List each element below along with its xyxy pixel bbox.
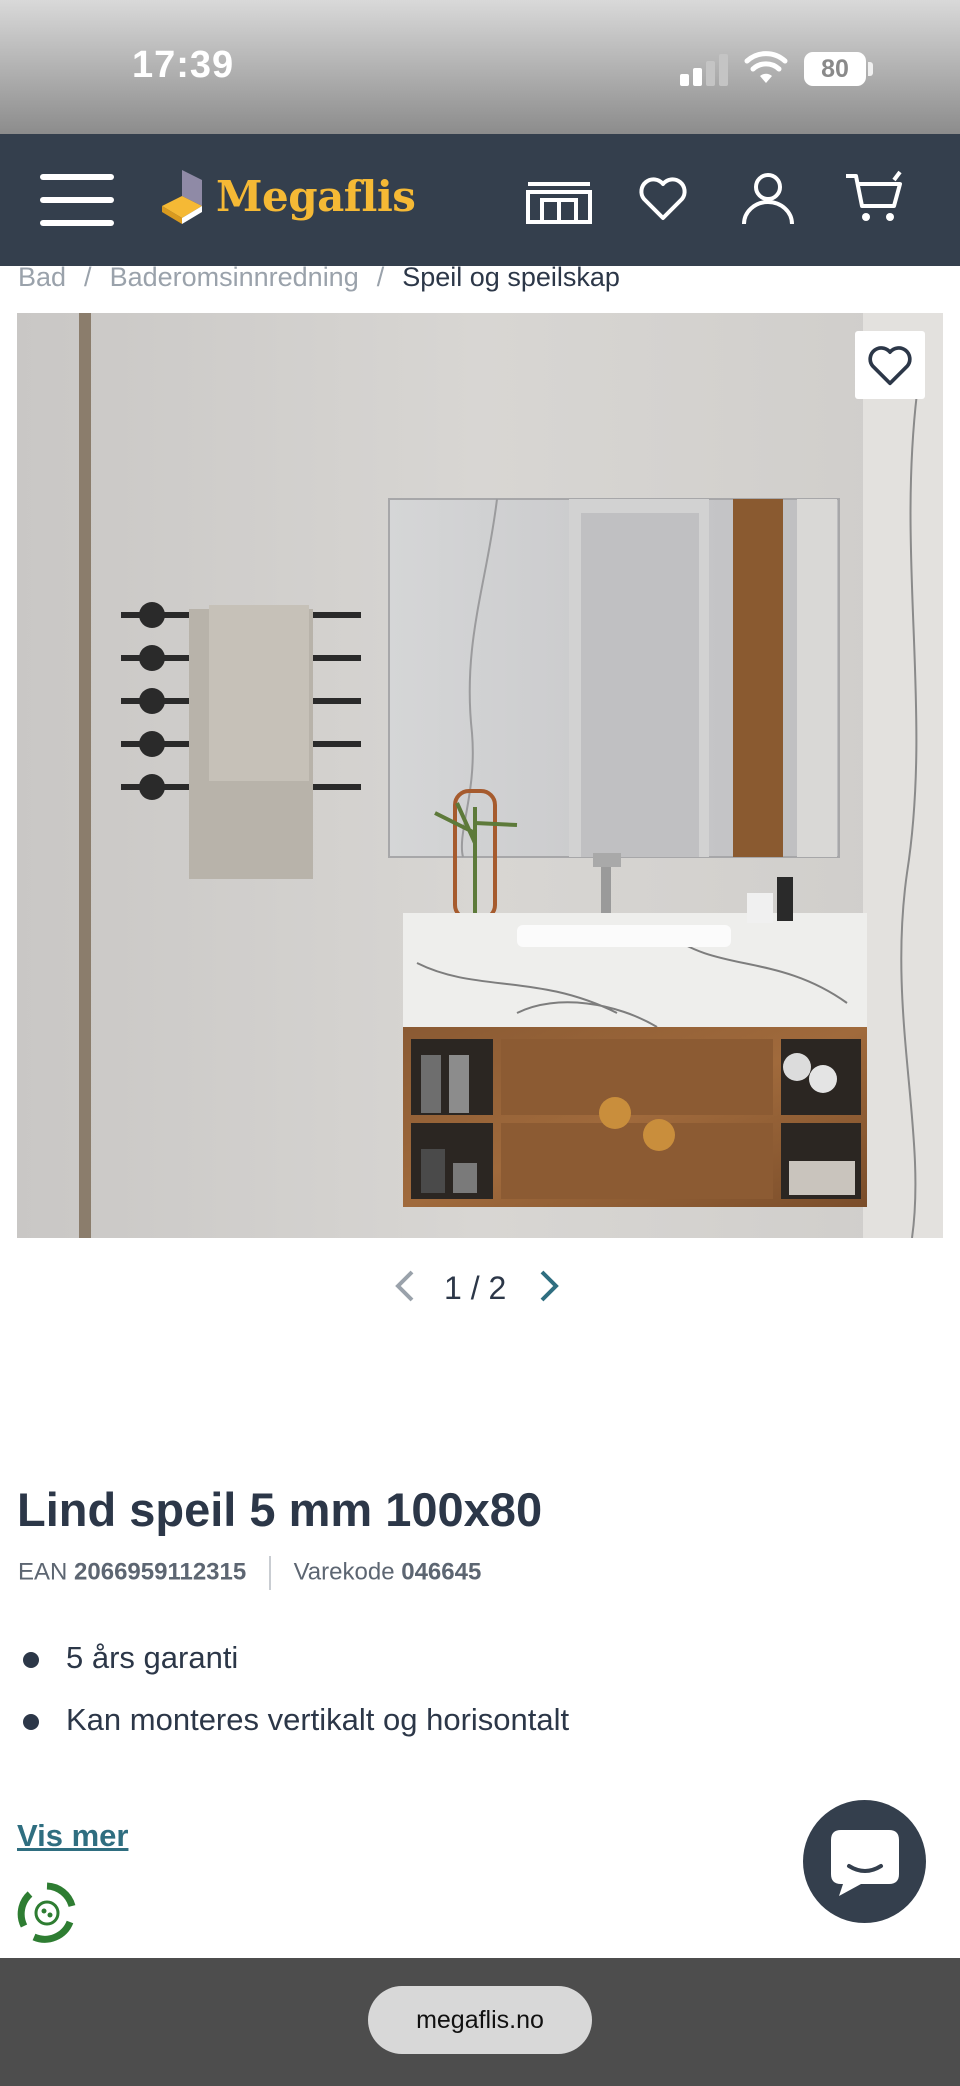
signal-icon [680, 54, 730, 86]
pager-total: 2 [488, 1270, 507, 1306]
logo-mark-icon [162, 170, 202, 224]
address-bar[interactable]: megaflis.no [368, 1986, 592, 2054]
product-photo [17, 313, 943, 1238]
product-title: Lind speil 5 mm 100x80 [17, 1483, 543, 1536]
breadcrumb: Bad / Baderomsinnredning / Speil og speilska… [18, 262, 620, 298]
status-time: 17:39 [132, 44, 235, 86]
chat-icon [830, 1829, 899, 1896]
cart-icon[interactable] [844, 170, 904, 226]
product-meta: EAN 2066959112315 Varekode 046645 [18, 1556, 481, 1590]
heart-icon [868, 346, 912, 386]
showroom-icon[interactable] [524, 178, 594, 226]
image-pager: 1 / 2 [392, 1262, 572, 1312]
feature-list: 5 års garanti Kan monteres vertikalt og … [20, 1640, 569, 1764]
chevron-left-icon[interactable] [392, 1268, 416, 1304]
menu-icon[interactable] [40, 174, 114, 226]
user-icon[interactable] [740, 170, 796, 226]
battery-tip [868, 62, 873, 76]
logo-text: Megaflis [216, 172, 416, 221]
battery-level: 80 [821, 55, 849, 83]
feature-item: 5 års garanti [20, 1640, 569, 1702]
product-image[interactable] [17, 313, 943, 1238]
breadcrumb-separator: / [84, 262, 92, 292]
ean-label: EAN [18, 1558, 68, 1586]
wifi-icon [744, 51, 788, 83]
chevron-right-icon[interactable] [538, 1268, 562, 1304]
breadcrumb-separator: / [376, 262, 385, 292]
breadcrumb-item-baderomsinnredning[interactable]: Baderomsinnredning [110, 262, 359, 292]
sku-value: 046645 [401, 1558, 482, 1586]
sku-label: Varekode [293, 1558, 395, 1586]
status-bar: 17:39 80 [0, 0, 960, 134]
see-more-link[interactable]: Vis mer [17, 1818, 128, 1854]
favorite-button[interactable] [855, 331, 925, 399]
feature-item: Kan monteres vertikalt og horisontalt [20, 1702, 569, 1764]
heart-icon[interactable] [638, 174, 688, 222]
ean-value: 2066959112315 [74, 1558, 247, 1586]
recycle-icon [17, 1882, 76, 1943]
meta-divider [268, 1556, 271, 1590]
pager-separator: / [470, 1270, 480, 1306]
chat-button[interactable] [803, 1800, 926, 1923]
breadcrumb-item-current: Speil og speilskap [402, 262, 620, 292]
site-header: Megaflis [0, 134, 960, 266]
browser-bar: megaflis.no [0, 1958, 960, 2086]
pager-current: 1 [444, 1270, 462, 1306]
breadcrumb-item-bad[interactable]: Bad [18, 262, 66, 292]
battery-icon: 80 [804, 52, 866, 86]
pager-count: 1 / 2 [444, 1270, 506, 1307]
logo[interactable]: Megaflis [156, 166, 416, 236]
